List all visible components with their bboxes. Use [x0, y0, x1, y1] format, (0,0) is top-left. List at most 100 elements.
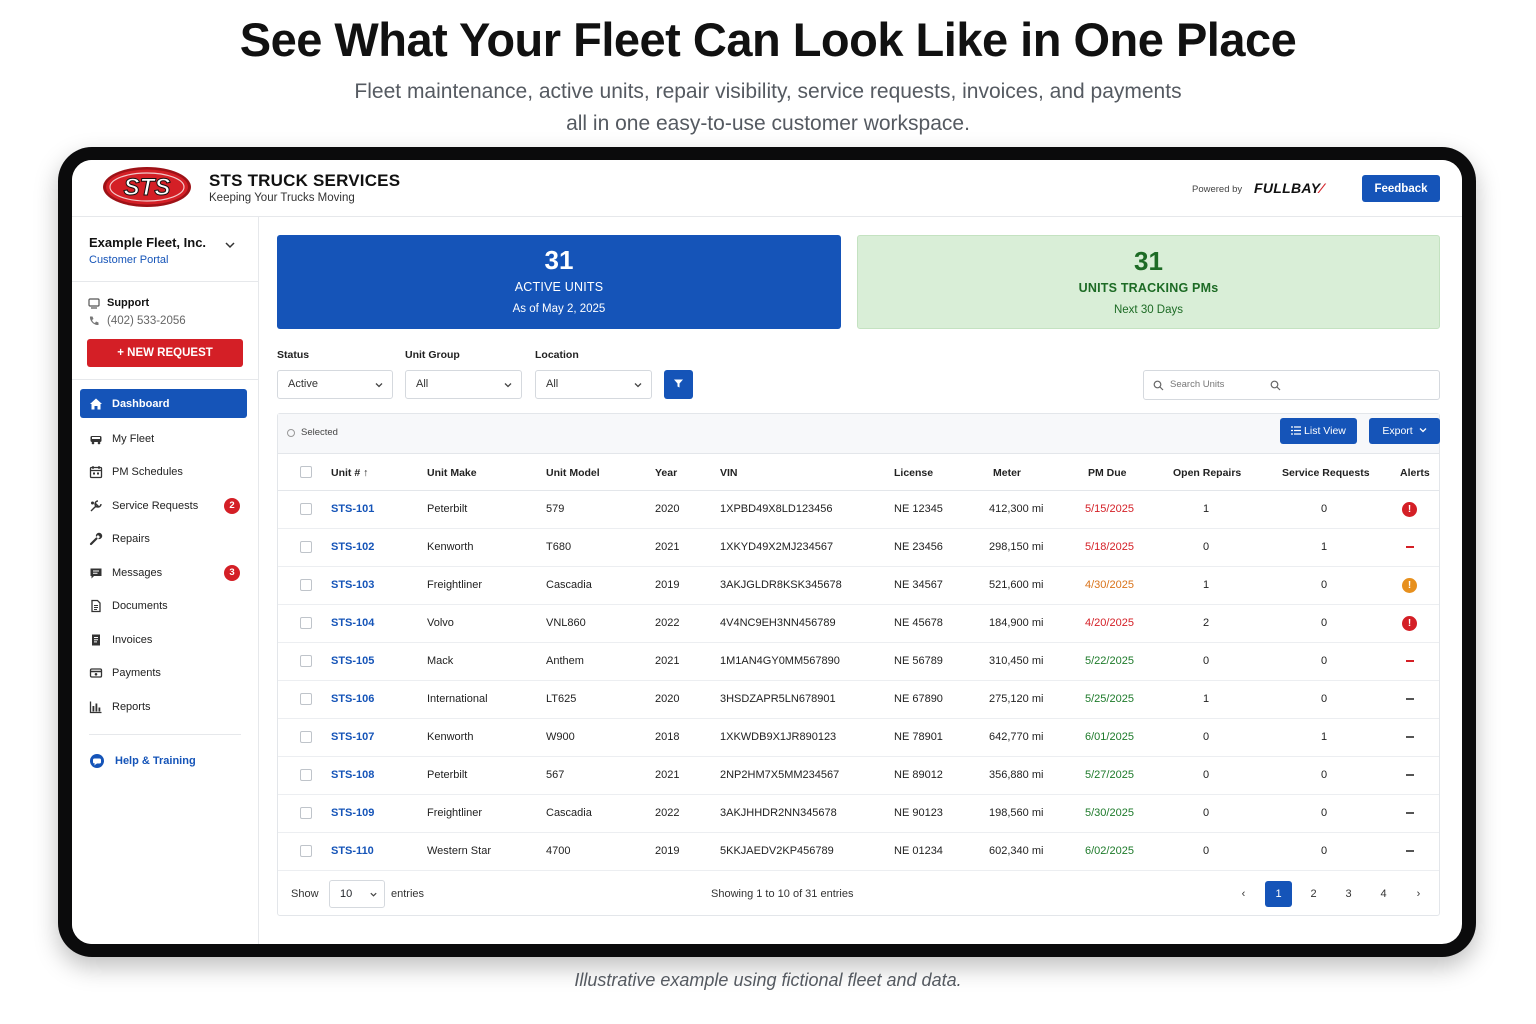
active-units-card[interactable]: 31 ACTIVE UNITS As of May 2, 2025: [277, 235, 841, 329]
table-row[interactable]: STS-102 Kenworth T680 2021 1XKYD49X2MJ234567…: [278, 529, 1439, 567]
select-all-checkbox[interactable]: [300, 466, 312, 478]
status-filter-label: Status: [277, 349, 310, 361]
help-chat-icon: [90, 754, 104, 768]
col-service-requests[interactable]: Service Requests: [1282, 467, 1370, 479]
new-request-button[interactable]: + NEW REQUEST: [87, 339, 243, 367]
unit-link[interactable]: STS-103: [331, 579, 374, 591]
table-row[interactable]: STS-106 International LT625 2020 3HSDZAPR5LN…: [278, 681, 1439, 719]
unit-link[interactable]: STS-109: [331, 807, 374, 819]
table-row[interactable]: STS-108 Peterbilt 567 2021 2NP2HM7X5MM234567…: [278, 757, 1439, 795]
alert-critical-icon[interactable]: !: [1402, 616, 1417, 631]
table-header: Unit # ↑ Unit Make Unit Model Year VIN L…: [278, 454, 1439, 491]
meter-cell: 184,900 mi: [989, 617, 1044, 629]
row-checkbox[interactable]: [300, 617, 312, 629]
unit-link[interactable]: STS-105: [331, 655, 374, 667]
unit-link[interactable]: STS-107: [331, 731, 374, 743]
feedback-button[interactable]: Feedback: [1362, 175, 1440, 202]
table-row[interactable]: STS-109 Freightliner Cascadia 2022 3AKJHHDR2…: [278, 795, 1439, 833]
sidebar-item-payments[interactable]: Payments: [80, 657, 247, 691]
pagination-next[interactable]: ›: [1405, 881, 1432, 907]
row-checkbox[interactable]: [300, 541, 312, 553]
alert-warning-icon[interactable]: !: [1402, 578, 1417, 593]
fleet-name[interactable]: Example Fleet, Inc.: [89, 235, 206, 250]
apply-filter-button[interactable]: [664, 370, 693, 399]
sidebar-item-repairs[interactable]: Repairs: [80, 523, 247, 557]
col-pm-due[interactable]: PM Due: [1088, 467, 1127, 479]
list-view-label: List View: [1304, 425, 1346, 437]
col-unit-make[interactable]: Unit Make: [427, 467, 477, 479]
table-row[interactable]: STS-107 Kenworth W900 2018 1XKWDB9X1JR890123…: [278, 719, 1439, 757]
pm-tracking-card[interactable]: 31 UNITS TRACKING PMs Next 30 Days: [857, 235, 1440, 329]
status-select[interactable]: Active: [277, 370, 393, 399]
table-row[interactable]: STS-105 Mack Anthem 2021 1M1AN4GY0MM567890 NE…: [278, 643, 1439, 681]
row-checkbox[interactable]: [300, 731, 312, 743]
col-unit[interactable]: Unit # ↑: [331, 467, 368, 479]
unit-group-select[interactable]: All: [405, 370, 522, 399]
unit-link[interactable]: STS-110: [331, 845, 374, 857]
row-checkbox[interactable]: [300, 769, 312, 781]
alert-none-dash-icon: [1406, 546, 1414, 548]
support-phone[interactable]: (402) 533-2056: [107, 315, 186, 327]
unit-link[interactable]: STS-104: [331, 617, 374, 629]
year-cell: 2020: [655, 503, 680, 515]
year-cell: 2021: [655, 655, 680, 667]
col-license[interactable]: License: [894, 467, 933, 479]
pagination-prev[interactable]: ‹: [1230, 881, 1257, 907]
chevron-down-icon[interactable]: [224, 239, 236, 251]
col-vin[interactable]: VIN: [720, 467, 738, 479]
search-icon[interactable]: [1270, 380, 1281, 391]
sidebar-item-my-fleet[interactable]: My Fleet: [80, 422, 247, 456]
pagination-page-2[interactable]: 2: [1300, 881, 1327, 907]
svg-text:STS: STS: [124, 174, 171, 201]
sidebar-item-reports[interactable]: Reports: [80, 690, 247, 724]
service-requests-cell: 0: [1321, 693, 1328, 705]
sidebar-item-service-requests[interactable]: Service Requests 2: [80, 489, 247, 523]
col-year[interactable]: Year: [655, 467, 677, 479]
row-checkbox[interactable]: [300, 845, 312, 857]
row-checkbox[interactable]: [300, 693, 312, 705]
page-size-select[interactable]: 10: [329, 880, 385, 908]
table-row[interactable]: STS-110 Western Star 4700 2019 5KKJAEDV2KP45…: [278, 833, 1439, 871]
col-open-repairs[interactable]: Open Repairs: [1173, 467, 1241, 479]
support-icon: [88, 298, 100, 309]
row-checkbox[interactable]: [300, 579, 312, 591]
license-cell: NE 89012: [894, 769, 943, 781]
pm-due-cell: 5/22/2025: [1085, 655, 1134, 667]
unit-link[interactable]: STS-106: [331, 693, 374, 705]
pagination-page-1[interactable]: 1: [1265, 881, 1292, 907]
alert-none-dash-icon: [1406, 812, 1414, 814]
search-units-input[interactable]: Search Units: [1143, 370, 1440, 400]
alert-critical-icon[interactable]: !: [1402, 502, 1417, 517]
col-alerts[interactable]: Alerts: [1400, 467, 1430, 479]
location-select[interactable]: All: [535, 370, 652, 399]
unit-link[interactable]: STS-102: [331, 541, 374, 553]
unit-link[interactable]: STS-108: [331, 769, 374, 781]
row-checkbox[interactable]: [300, 503, 312, 515]
col-meter[interactable]: Meter: [993, 467, 1021, 479]
license-cell: NE 78901: [894, 731, 943, 743]
service-requests-cell: 0: [1321, 617, 1328, 629]
table-row[interactable]: STS-104 Volvo VNL860 2022 4V4NC9EH3NN456789 N…: [278, 605, 1439, 643]
pagination-page-3[interactable]: 3: [1335, 881, 1362, 907]
table-row[interactable]: STS-103 Freightliner Cascadia 2019 3AKJGLDR8…: [278, 567, 1439, 605]
pagination-page-4[interactable]: 4: [1370, 881, 1397, 907]
sts-logo[interactable]: STS: [102, 166, 192, 208]
table-row[interactable]: STS-101 Peterbilt 579 2020 1XPBD49X8LD123456…: [278, 491, 1439, 529]
row-checkbox[interactable]: [300, 807, 312, 819]
list-view-button[interactable]: List View: [1280, 418, 1357, 444]
hero-title: See What Your Fleet Can Look Like in One…: [239, 13, 1297, 66]
col-unit-model[interactable]: Unit Model: [546, 467, 600, 479]
unit-link[interactable]: STS-101: [331, 503, 374, 515]
sidebar-item-dashboard[interactable]: Dashboard: [80, 389, 247, 418]
meter-cell: 198,560 mi: [989, 807, 1044, 819]
sidebar-item-messages[interactable]: Messages 3: [80, 556, 247, 590]
sidebar-item-label: PM Schedules: [112, 466, 183, 479]
row-checkbox[interactable]: [300, 655, 312, 667]
unit-make-cell: Freightliner: [427, 579, 483, 591]
sidebar-item-invoices[interactable]: Invoices: [80, 623, 247, 657]
unit-model-cell: VNL860: [546, 617, 586, 629]
export-button[interactable]: Export: [1369, 418, 1440, 444]
help-training-link[interactable]: Help & Training: [89, 753, 196, 769]
sidebar-item-documents[interactable]: Documents: [80, 590, 247, 624]
sidebar-item-pm-schedules[interactable]: PM Schedules: [80, 456, 247, 490]
